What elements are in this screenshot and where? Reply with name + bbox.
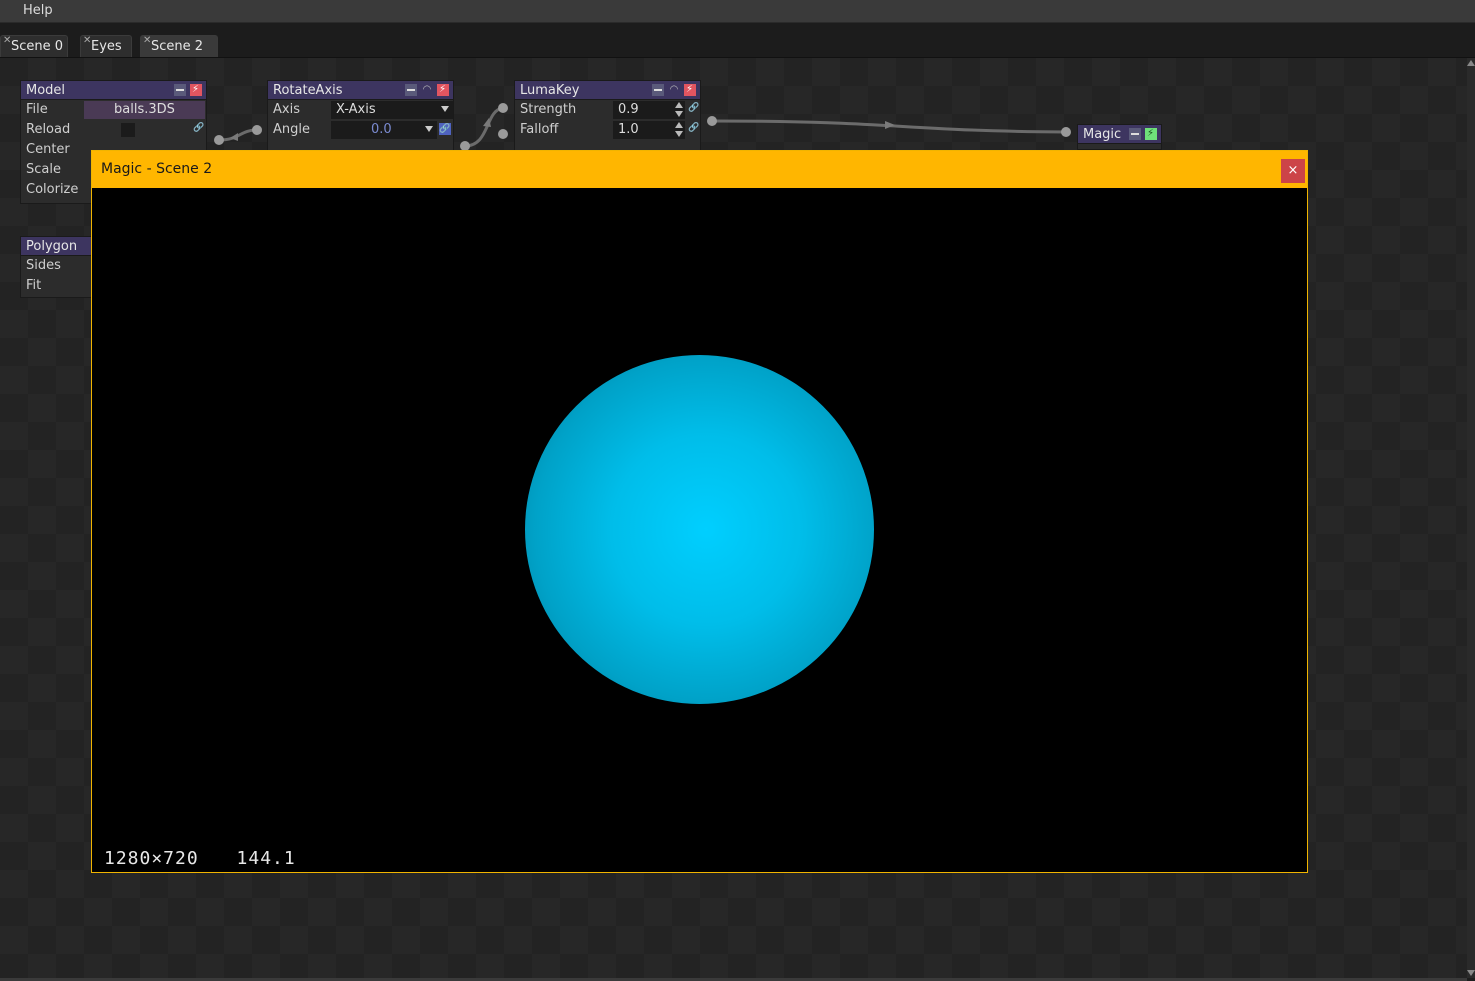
port-luma-falloff-in bbox=[498, 129, 508, 139]
chevron-down-icon bbox=[441, 106, 449, 112]
link-icon[interactable]: 🔗 bbox=[439, 123, 451, 135]
menu-bar: Help bbox=[0, 0, 1475, 23]
strength-field[interactable]: 0.9 bbox=[613, 101, 685, 119]
minimize-icon[interactable] bbox=[174, 84, 186, 96]
node-header[interactable]: RotateAxis ◠ ⚡ bbox=[268, 81, 453, 100]
vertical-scrollbar[interactable] bbox=[1467, 58, 1475, 978]
param-label: Axis bbox=[273, 102, 300, 117]
tab-scene-0[interactable]: ✕ Scene 0 bbox=[0, 35, 68, 57]
tab-label: Scene 0 bbox=[11, 39, 64, 54]
param-label: Fit bbox=[26, 278, 42, 293]
node-title: Magic bbox=[1083, 127, 1122, 142]
rendered-sphere bbox=[525, 355, 874, 704]
param-label: Scale bbox=[26, 162, 61, 177]
viewer-title: Magic - Scene 2 bbox=[101, 161, 213, 177]
param-label: Angle bbox=[273, 122, 310, 137]
tab-scene-2[interactable]: ✕ Scene 2 bbox=[140, 35, 218, 57]
node-luma-key[interactable]: LumaKey ◠ ⚡ Strength 0.9 🔗 Falloff 1.0 🔗 bbox=[514, 80, 701, 152]
tab-eyes[interactable]: ✕ Eyes bbox=[80, 35, 132, 57]
minimize-icon[interactable] bbox=[1129, 128, 1141, 140]
node-header[interactable]: LumaKey ◠ ⚡ bbox=[515, 81, 700, 100]
angle-field[interactable]: 0.0 bbox=[331, 121, 437, 139]
angle-value: 0.0 bbox=[371, 122, 392, 137]
param-falloff: Falloff 1.0 🔗 bbox=[515, 120, 700, 140]
reload-button[interactable] bbox=[121, 123, 135, 137]
tab-close-icon[interactable]: ✕ bbox=[143, 35, 151, 46]
node-title: Model bbox=[26, 83, 66, 98]
viewer-window[interactable]: Magic - Scene 2 × 1280×720 144.1 bbox=[91, 150, 1308, 873]
param-label: Colorize bbox=[26, 182, 79, 197]
node-header[interactable]: Model ⚡ bbox=[21, 81, 206, 100]
node-rotate-axis[interactable]: RotateAxis ◠ ⚡ Axis X-Axis Angle 0.0 🔗 bbox=[267, 80, 454, 152]
render-stats: 1280×720 144.1 bbox=[104, 848, 322, 869]
node-magic[interactable]: Magic ⚡ bbox=[1077, 124, 1162, 150]
eye-icon[interactable]: ◠ bbox=[668, 84, 680, 96]
chevron-down-icon bbox=[425, 126, 433, 132]
port-model-out bbox=[214, 135, 224, 145]
wire-rotate-luma bbox=[464, 106, 504, 148]
spinner-icon[interactable] bbox=[675, 122, 683, 138]
spinner-icon[interactable] bbox=[675, 102, 683, 118]
fps-readout: 144.1 bbox=[236, 848, 296, 869]
bolt-icon[interactable]: ⚡ bbox=[1145, 128, 1157, 140]
port-luma-out bbox=[707, 116, 717, 126]
scroll-down-icon[interactable] bbox=[1467, 970, 1475, 976]
param-angle: Angle 0.0 🔗 bbox=[268, 120, 453, 140]
bolt-icon[interactable]: ⚡ bbox=[190, 84, 202, 96]
param-reload: Reload 🔗 bbox=[21, 120, 206, 140]
param-axis: Axis X-Axis bbox=[268, 100, 453, 120]
viewer-title-bar[interactable]: Magic - Scene 2 × bbox=[92, 151, 1307, 188]
param-file: File balls.3DS bbox=[21, 100, 206, 120]
minimize-icon[interactable] bbox=[652, 84, 664, 96]
node-title: RotateAxis bbox=[273, 83, 343, 98]
param-label: Falloff bbox=[520, 122, 559, 137]
param-label: File bbox=[26, 102, 48, 117]
falloff-field[interactable]: 1.0 bbox=[613, 121, 685, 139]
menu-help[interactable]: Help bbox=[23, 3, 53, 18]
tab-close-icon[interactable]: ✕ bbox=[83, 35, 91, 46]
link-icon[interactable]: 🔗 bbox=[688, 123, 699, 133]
tab-label: Scene 2 bbox=[151, 39, 204, 54]
port-magic-in bbox=[1061, 127, 1071, 137]
eye-icon[interactable]: ◠ bbox=[421, 84, 433, 96]
node-title: Polygon bbox=[26, 239, 78, 254]
close-button[interactable]: × bbox=[1281, 159, 1305, 183]
file-field[interactable]: balls.3DS bbox=[84, 101, 205, 119]
param-label: Center bbox=[26, 142, 70, 157]
resolution-readout: 1280×720 bbox=[104, 848, 199, 869]
strength-value: 0.9 bbox=[618, 102, 639, 117]
bolt-icon[interactable]: ⚡ bbox=[437, 84, 449, 96]
tab-label: Eyes bbox=[91, 39, 122, 54]
link-icon[interactable]: 🔗 bbox=[193, 123, 204, 133]
falloff-value: 1.0 bbox=[618, 122, 639, 137]
param-label: Reload bbox=[26, 122, 71, 137]
minimize-icon[interactable] bbox=[405, 84, 417, 96]
param-strength: Strength 0.9 🔗 bbox=[515, 100, 700, 120]
render-viewport[interactable]: 1280×720 144.1 bbox=[92, 188, 1307, 872]
tab-bar: ✕ Scene 0 ✕ Eyes ✕ Scene 2 bbox=[0, 23, 1475, 58]
tab-close-icon[interactable]: ✕ bbox=[3, 35, 11, 46]
bolt-icon[interactable]: ⚡ bbox=[684, 84, 696, 96]
wire-arrow bbox=[885, 121, 895, 129]
port-luma-strength-in bbox=[498, 103, 508, 113]
node-header[interactable]: Magic ⚡ bbox=[1078, 125, 1161, 144]
link-icon[interactable]: 🔗 bbox=[688, 103, 699, 113]
axis-value: X-Axis bbox=[336, 102, 376, 117]
param-label: Strength bbox=[520, 102, 577, 117]
port-rotate-in bbox=[252, 125, 262, 135]
scroll-up-icon[interactable] bbox=[1467, 60, 1475, 66]
node-title: LumaKey bbox=[520, 83, 580, 98]
param-label: Sides bbox=[26, 258, 61, 273]
axis-dropdown[interactable]: X-Axis bbox=[331, 101, 453, 119]
